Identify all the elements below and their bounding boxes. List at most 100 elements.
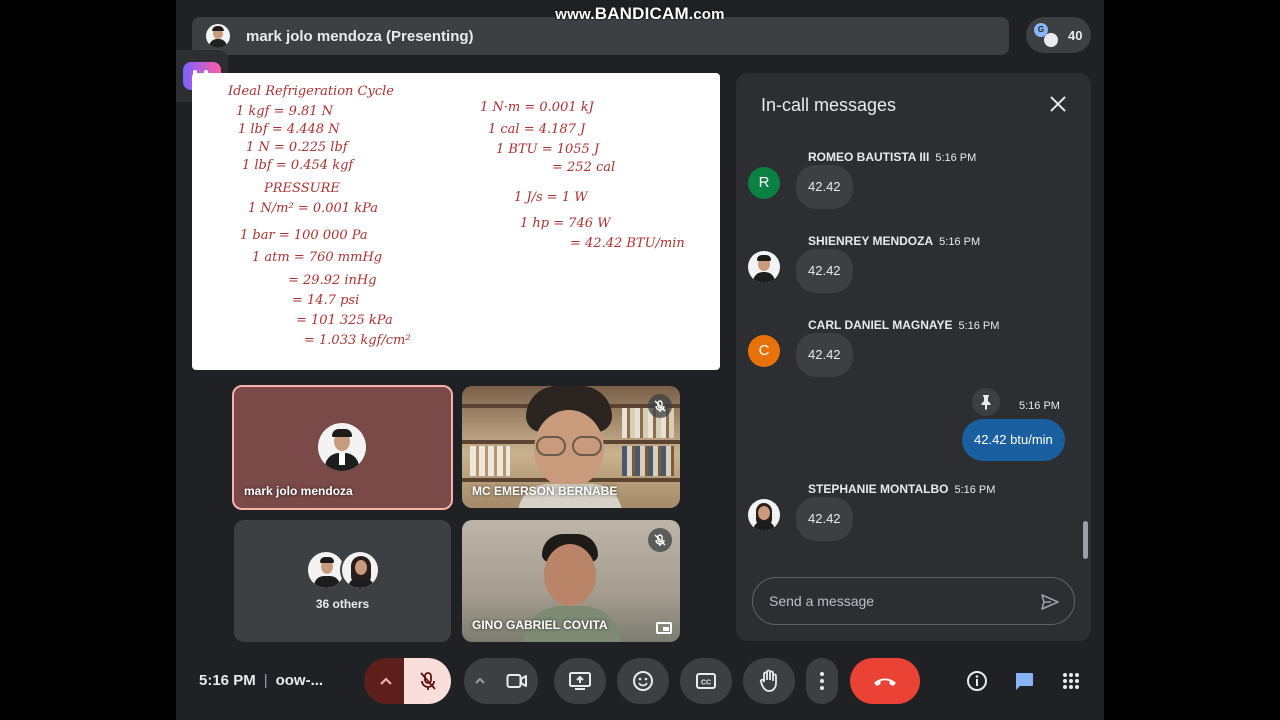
books [622,446,674,476]
wb-line: 1 cal = 4.187 J [488,122,586,137]
presenter-avatar [206,24,230,48]
message-sender: SHIENREY MENDOZA 5:16 PM [808,234,981,248]
message-bubble: 42.42 [796,249,853,293]
participant-tile-gino[interactable]: GINO GABRIEL COVITA [462,520,680,642]
message-sender: ROMEO BAUTISTA III 5:16 PM [808,150,977,164]
hand-icon [759,669,777,692]
meeting-controls: 5:16 PM | oow-... CC [176,655,1104,710]
chat-toggle-button[interactable] [1006,658,1042,704]
microphone-toggle[interactable] [404,658,451,704]
pin-message-button[interactable] [972,388,1000,416]
wb-line: 1 lbf = 0.454 kgf [242,158,355,173]
participant-tile-emerson[interactable]: MC EMERSON BERNABE [462,386,680,508]
others-avatars [306,550,382,590]
message-bubble: 42.42 [796,497,853,541]
wb-line: 1 BTU = 1055 J [496,142,600,157]
wb-line: = 101 325 kPa [296,313,393,328]
wb-line: PRESSURE [263,181,340,196]
in-call-messages-panel: In-call messages R ROMEO BAUTISTA III 5:1… [736,73,1091,641]
message-sender: STEPHANIE MONTALBO 5:16 PM [808,482,996,496]
message-bubble: 42.42 [796,165,853,209]
message-input[interactable] [769,590,1029,612]
present-now-button[interactable] [554,658,606,704]
emoji-icon [633,671,653,691]
message-bubble: 42.42 [796,333,853,377]
wb-line: 1 kgf = 9.81 N [236,104,334,119]
mic-off-icon [419,672,436,690]
chat-scrollbar[interactable] [1083,521,1088,559]
message-sender: CARL DANIEL MAGNAYE 5:16 PM [808,318,1000,332]
mic-off-icon [648,394,672,418]
books [470,446,510,476]
more-options-button[interactable] [806,658,838,704]
wb-line: = 42.42 BTU/min [570,236,685,251]
svg-text:CC: CC [701,680,711,687]
participant-avatar [1044,33,1058,47]
message-time: 5:16 PM [958,320,1000,332]
mic-off-icon [648,528,672,552]
avatar [748,499,780,531]
apps-grid-icon [1063,673,1079,689]
message-compose [752,577,1075,625]
pin-icon [981,395,991,410]
avatar: R [748,167,780,199]
shared-whiteboard: Ideal Refrigeration Cycle 1 kgf = 9.81 N… [192,73,720,370]
participant-name: MC EMERSON BERNABE [472,484,618,498]
message-time: 5:16 PM [939,236,981,248]
wb-line: = 252 cal [552,160,615,175]
picture-in-picture-icon[interactable] [656,622,672,634]
close-icon[interactable] [1047,93,1069,115]
send-icon[interactable] [1040,592,1060,612]
more-vert-icon [820,672,824,690]
wb-line: = 1.033 kgf/cm² [304,333,411,348]
current-time: 5:16 PM [199,672,256,689]
meeting-details-button[interactable] [959,658,995,704]
video-options-button[interactable] [464,658,496,704]
others-count: 36 others [315,597,370,611]
audio-options-button[interactable] [364,658,408,704]
wb-line: 1 atm = 760 mmHg [252,250,382,265]
bandicam-watermark: www.BANDICAM.com [555,4,725,23]
wb-line: 1 hp = 746 W [520,216,612,231]
meeting-code: oow-... [275,672,324,689]
chat-icon [1016,673,1033,690]
presenter-avatar [318,423,366,471]
avatar: C [748,335,780,367]
participant-tile-others[interactable]: 36 others [234,520,451,642]
wb-line: 1 lbf = 4.448 N [238,122,340,137]
wb-line: = 29.92 inHg [288,273,377,288]
chat-title: In-call messages [761,95,897,115]
chevron-up-icon [475,677,485,684]
wb-line: = 14.7 psi [292,293,359,308]
meeting-clock: 5:16 PM | oow-... [199,672,324,689]
wb-line: 1 N/m² = 0.001 kPa [248,201,378,216]
captions-icon: CC [696,673,716,689]
activities-button[interactable] [1053,658,1089,704]
participant-name: mark jolo mendoza [244,484,353,498]
message-time: 5:16 PM [935,152,977,164]
avatar [340,550,380,590]
raise-hand-button[interactable] [743,658,795,704]
end-call-icon [874,678,896,686]
presenting-title: mark jolo mendoza (Presenting) [246,27,474,45]
message-time: 5:16 PM [954,484,996,496]
wb-line: 1 J/s = 1 W [514,190,589,205]
camera-icon [506,674,527,688]
present-screen-icon [569,672,591,690]
whiteboard-notes: Ideal Refrigeration Cycle 1 kgf = 9.81 N… [227,84,685,348]
participant-avatars: G [1034,23,1058,47]
reactions-button[interactable] [617,658,669,704]
participant-tile-presenter[interactable]: mark jolo mendoza [232,385,453,510]
own-message-bubble: 42.42 btu/min [962,419,1065,461]
message-time: 5:16 PM [1019,400,1060,412]
camera-toggle[interactable] [496,658,538,704]
wb-line: 1 N = 0.225 lbf [246,140,350,155]
chevron-up-icon [380,677,392,685]
captions-button[interactable]: CC [680,658,732,704]
meet-window: www.BANDICAM.com mark jolo mendoza (Pres… [176,0,1104,720]
leave-call-button[interactable] [850,658,920,704]
participant-name: GINO GABRIEL COVITA [472,618,608,632]
avatar [748,251,780,283]
info-icon [967,671,987,691]
participant-count: 40 [1068,27,1083,43]
